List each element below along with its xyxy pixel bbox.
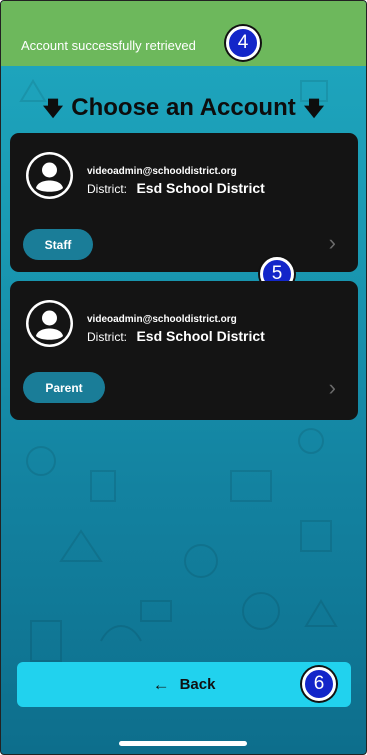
chevron-right-icon: › — [328, 230, 336, 255]
home-indicator[interactable] — [119, 741, 247, 746]
district-name: Esd School District — [136, 180, 265, 196]
district-row: District: Esd School District — [87, 180, 265, 198]
toast-message: Account successfully retrieved — [21, 38, 196, 53]
user-icon — [26, 152, 73, 199]
district-label: District: — [87, 182, 127, 196]
arrow-down-icon: 🡇 — [42, 98, 64, 120]
chevron-right-icon: › — [328, 375, 336, 400]
annotation-badge-6: 6 — [302, 667, 336, 701]
success-toast: Account successfully retrieved — [1, 1, 366, 66]
district-name: Esd School District — [136, 328, 265, 344]
annotation-badge-4: 4 — [226, 26, 260, 60]
back-button[interactable]: ← Back — [17, 662, 351, 707]
account-card-parent[interactable]: videoadmin@schooldistrict.org District: … — [10, 281, 358, 420]
role-badge-parent[interactable]: Parent — [23, 372, 105, 403]
account-email: videoadmin@schooldistrict.org — [87, 166, 237, 177]
back-button-label: Back — [179, 676, 216, 693]
arrow-down-icon: 🡇 — [303, 98, 325, 120]
account-card-staff[interactable]: videoadmin@schooldistrict.org District: … — [10, 133, 358, 272]
arrow-left-icon: ← — [152, 674, 170, 694]
role-badge-staff[interactable]: Staff — [23, 229, 93, 260]
district-label: District: — [87, 330, 127, 344]
district-row: District: Esd School District — [87, 328, 265, 346]
app-screen: Account successfully retrieved 4 🡇 Choose… — [0, 0, 367, 755]
account-email: videoadmin@schooldistrict.org — [87, 314, 237, 325]
page-title-text: Choose an Account — [71, 94, 296, 121]
user-icon — [26, 300, 73, 347]
page-title: 🡇 Choose an Account 🡇 — [1, 94, 366, 128]
